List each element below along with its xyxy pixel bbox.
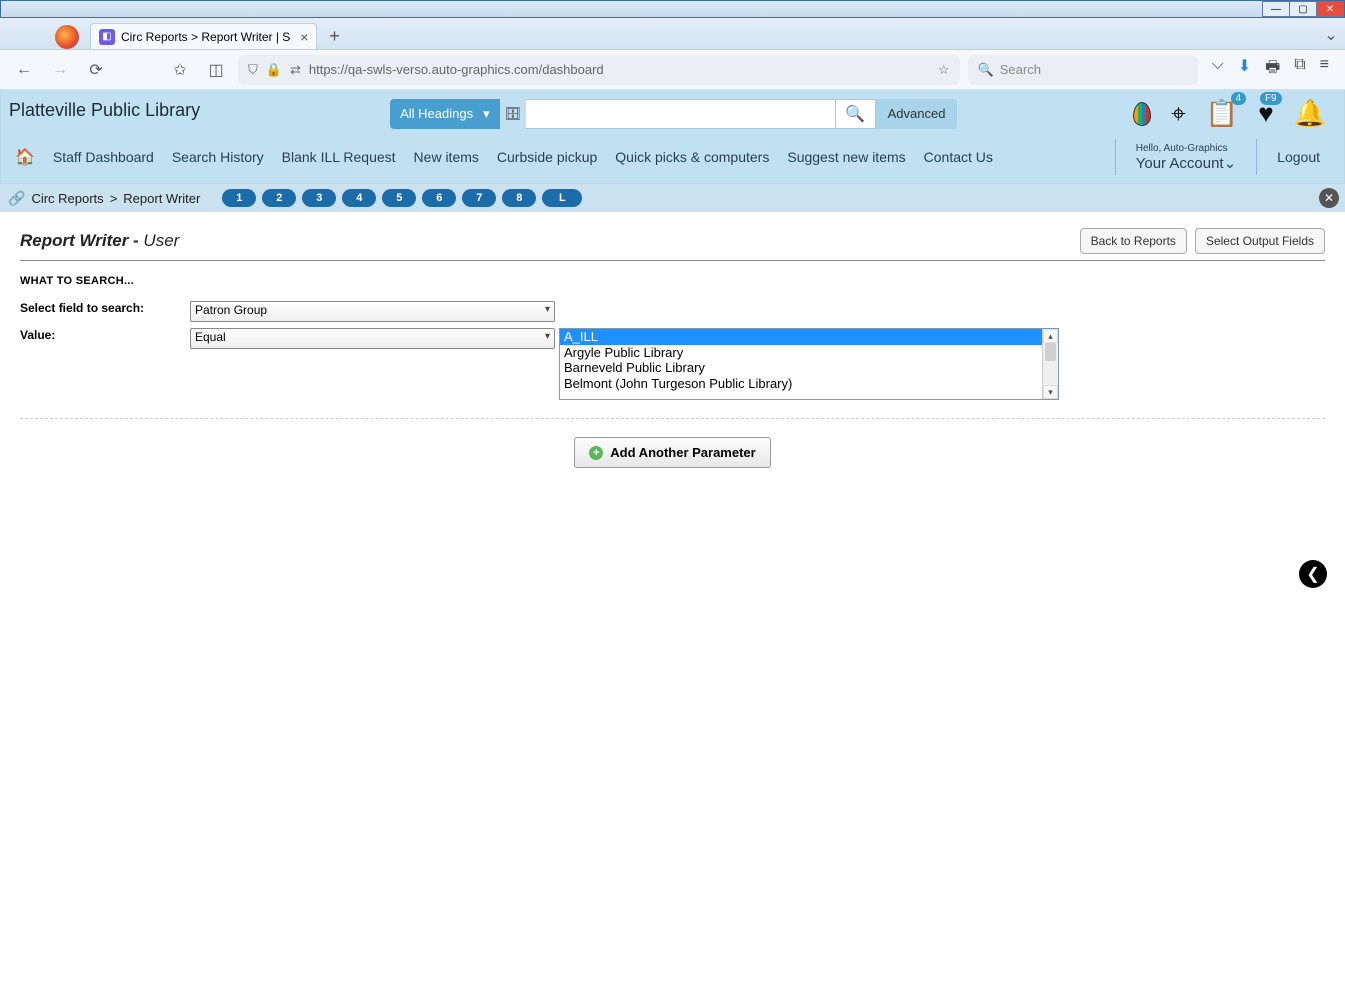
home-icon[interactable]: 🏠: [15, 147, 35, 167]
operator-select[interactable]: Equal: [190, 328, 555, 349]
firefox-icon: [55, 25, 79, 49]
forward-button: →: [46, 56, 74, 84]
window-minimize[interactable]: —: [1262, 1, 1290, 17]
tab-close-icon[interactable]: ×: [300, 29, 308, 45]
step-6[interactable]: 6: [422, 189, 456, 207]
step-8[interactable]: 8: [502, 189, 536, 207]
url-text: https://qa-swls-verso.auto-graphics.com/…: [309, 62, 604, 77]
nav-search-history[interactable]: Search History: [172, 149, 264, 165]
search-icon: 🔍: [978, 62, 994, 78]
print-icon[interactable]: 🖶: [1265, 56, 1280, 83]
container-icon[interactable]: ◫: [202, 56, 230, 84]
browser-search[interactable]: 🔍 Search: [968, 55, 1198, 85]
search-button[interactable]: 🔍: [836, 99, 876, 129]
nav-curbside[interactable]: Curbside pickup: [497, 149, 597, 165]
logout-link[interactable]: Logout: [1277, 149, 1320, 165]
field-label: Select field to search:: [20, 301, 190, 315]
breadcrumb-bar: 🔗 Circ Reports > Report Writer 1 2 3 4 5…: [0, 184, 1345, 212]
notifications-icon[interactable]: 🔔: [1294, 98, 1326, 129]
tabs-dropdown-icon[interactable]: ⌄: [1317, 21, 1345, 49]
bookmark-star-icon[interactable]: ✩: [166, 56, 194, 84]
window-close[interactable]: ✕: [1316, 1, 1344, 17]
step-3[interactable]: 3: [302, 189, 336, 207]
list-item[interactable]: A_ILL: [560, 329, 1058, 345]
add-parameter-button[interactable]: + Add Another Parameter: [574, 437, 770, 468]
chevron-down-icon: ⌄: [1224, 155, 1237, 172]
library-name: Platteville Public Library: [9, 96, 200, 131]
chevron-down-icon: ▾: [483, 106, 490, 122]
step-last[interactable]: L: [542, 189, 582, 207]
shield-icon: ⛉: [248, 62, 258, 78]
nav-staff-dashboard[interactable]: Staff Dashboard: [53, 149, 154, 165]
scan-icon[interactable]: ⌖: [1171, 98, 1186, 130]
advanced-search-button[interactable]: Advanced: [876, 99, 958, 129]
browser-tabstrip: ◧ Circ Reports > Report Writer | S × + ⌄: [0, 18, 1345, 50]
step-1[interactable]: 1: [222, 189, 256, 207]
list-item[interactable]: Argyle Public Library: [560, 345, 1058, 361]
account-menu[interactable]: Hello, Auto-Graphics Your Account⌄: [1136, 143, 1236, 172]
nav-contact[interactable]: Contact Us: [924, 149, 993, 165]
scroll-up-icon[interactable]: ▴: [1043, 329, 1058, 343]
back-to-reports-button[interactable]: Back to Reports: [1080, 228, 1187, 254]
catalog-search-input[interactable]: [526, 99, 836, 129]
value-label: Value:: [20, 328, 190, 342]
link-icon: 🔗: [8, 190, 25, 207]
crumb-circ-reports[interactable]: Circ Reports: [31, 191, 103, 206]
balloon-icon[interactable]: [1133, 102, 1151, 126]
list-item[interactable]: Belmont (John Turgeson Public Library): [560, 376, 1058, 392]
tab-favicon: ◧: [99, 29, 115, 45]
list-item[interactable]: Barneveld Public Library: [560, 360, 1058, 376]
back-button[interactable]: ←: [10, 56, 38, 84]
scroll-thumb[interactable]: [1045, 343, 1056, 361]
side-panel-toggle[interactable]: ❮: [1299, 560, 1327, 588]
headings-dropdown[interactable]: All Headings ▾: [390, 99, 500, 129]
window-maximize[interactable]: ▢: [1289, 1, 1317, 17]
browser-toolbar: ← → ⟳ ✩ ◫ ⛉ 🔒 ⇄ https://qa-swls-verso.au…: [0, 50, 1345, 90]
main-nav: 🏠 Staff Dashboard Search History Blank I…: [9, 131, 1336, 183]
app-header: Platteville Public Library All Headings …: [0, 90, 1345, 184]
value-listbox[interactable]: A_ILL Argyle Public Library Barneveld Pu…: [559, 328, 1059, 400]
database-icon[interactable]: 🗄: [500, 99, 526, 129]
step-5[interactable]: 5: [382, 189, 416, 207]
page-title: Report Writer - User: [20, 231, 179, 251]
divider: [20, 418, 1325, 419]
close-panel-icon[interactable]: ✕: [1319, 188, 1339, 208]
select-output-fields-button[interactable]: Select Output Fields: [1195, 228, 1325, 254]
nav-new-items[interactable]: New items: [414, 149, 479, 165]
plus-icon: +: [589, 446, 603, 460]
favorites-icon[interactable]: ♥F9: [1258, 98, 1273, 129]
field-select[interactable]: Patron Group: [190, 301, 555, 322]
crumb-report-writer[interactable]: Report Writer: [123, 191, 200, 206]
downloads-icon[interactable]: ⬇: [1238, 56, 1251, 83]
step-4[interactable]: 4: [342, 189, 376, 207]
content-area: Report Writer - User Back to Reports Sel…: [0, 212, 1345, 484]
pocket-icon[interactable]: ⌵: [1212, 56, 1224, 83]
scroll-down-icon[interactable]: ▾: [1043, 385, 1058, 399]
menu-icon[interactable]: ≡: [1320, 56, 1329, 83]
scrollbar[interactable]: ▴ ▾: [1042, 329, 1058, 399]
list-icon[interactable]: 📋4: [1206, 98, 1238, 129]
nav-quick-picks[interactable]: Quick picks & computers: [615, 149, 769, 165]
step-2[interactable]: 2: [262, 189, 296, 207]
url-bar[interactable]: ⛉ 🔒 ⇄ https://qa-swls-verso.auto-graphic…: [238, 55, 960, 85]
extensions-icon[interactable]: ⧉: [1294, 56, 1305, 83]
section-heading: WHAT TO SEARCH...: [20, 275, 1325, 287]
reload-button[interactable]: ⟳: [82, 56, 110, 84]
new-tab-button[interactable]: +: [321, 23, 347, 49]
permissions-icon: ⇄: [290, 62, 301, 78]
step-7[interactable]: 7: [462, 189, 496, 207]
nav-blank-ill[interactable]: Blank ILL Request: [282, 149, 396, 165]
tab-title: Circ Reports > Report Writer | S: [121, 30, 290, 44]
bookmark-page-icon[interactable]: ☆: [938, 62, 950, 78]
nav-suggest[interactable]: Suggest new items: [787, 149, 905, 165]
search-placeholder: Search: [1000, 62, 1041, 77]
window-titlebar: — ▢ ✕: [0, 0, 1345, 18]
lock-icon: 🔒: [266, 62, 282, 78]
browser-tab[interactable]: ◧ Circ Reports > Report Writer | S ×: [90, 23, 317, 49]
